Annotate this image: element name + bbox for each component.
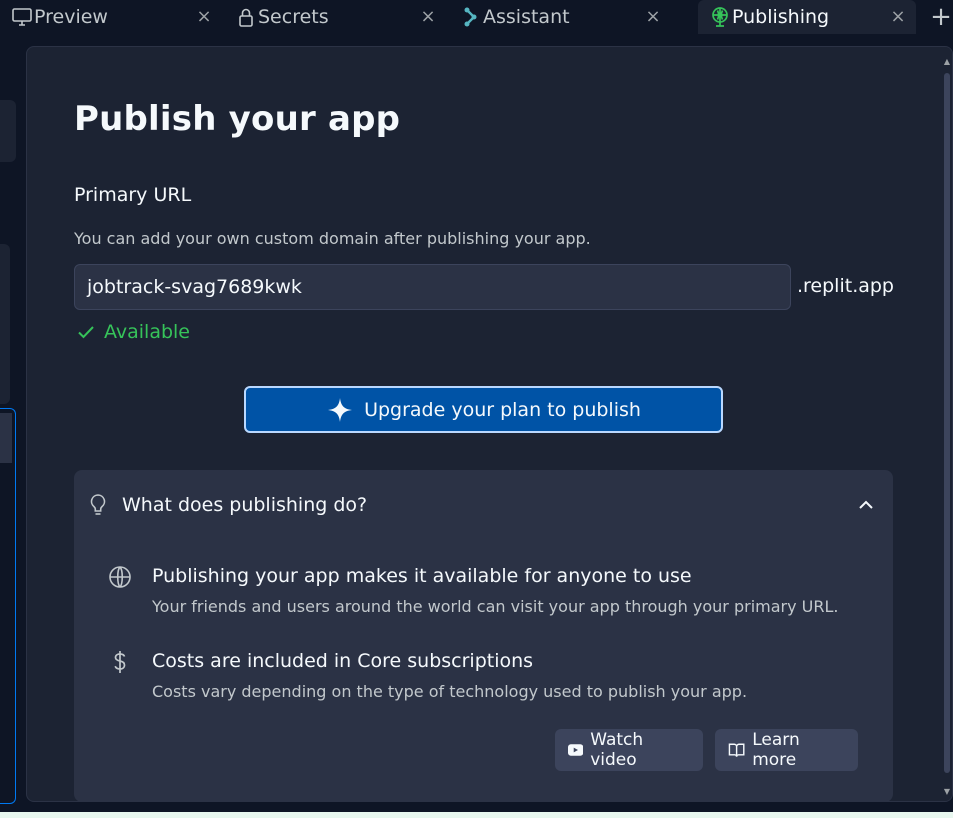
accordion-header[interactable]: What does publishing do? — [74, 470, 893, 540]
page-title: Publish your app — [74, 99, 401, 139]
info-item-description: Your friends and users around the world … — [152, 597, 839, 616]
lock-icon — [234, 5, 258, 29]
learn-more-label: Learn more — [752, 730, 800, 770]
primary-url-label: Primary URL — [74, 184, 192, 206]
book-icon — [728, 743, 745, 757]
left-panel-edge — [0, 34, 22, 818]
tab-publishing[interactable]: Publishing × — [698, 0, 916, 34]
tab-assistant-label: Assistant — [483, 6, 570, 28]
tab-secrets[interactable]: Secrets × — [224, 0, 446, 34]
tab-preview-label: Preview — [34, 6, 108, 28]
publishing-panel: ▲ ▼ Publish your app Primary URL You can… — [26, 46, 953, 802]
dollar-icon — [108, 650, 132, 674]
globe-icon — [108, 565, 132, 589]
url-suffix: .replit.app — [797, 275, 894, 297]
primary-url-input[interactable]: jobtrack-svag7689kwk — [74, 264, 791, 310]
monitor-icon — [10, 5, 34, 29]
primary-url-help: You can add your own custom domain after… — [74, 229, 591, 248]
check-icon — [78, 326, 94, 339]
learn-more-button[interactable]: Learn more — [715, 729, 858, 771]
left-panel-item[interactable] — [0, 100, 16, 162]
sparkle-icon — [328, 397, 353, 422]
assistant-icon — [459, 5, 483, 29]
chevron-up-icon[interactable] — [857, 496, 875, 514]
close-icon[interactable]: × — [888, 5, 908, 27]
scroll-up-icon[interactable]: ▲ — [943, 57, 951, 67]
new-tab-button[interactable]: + — [926, 2, 953, 32]
tab-assistant[interactable]: Assistant × — [449, 0, 671, 34]
tab-bar: Preview × Secrets × Assistant × Publishi… — [0, 0, 953, 34]
bottom-edge — [0, 812, 953, 818]
tab-preview[interactable]: Preview × — [0, 0, 222, 34]
accordion-title: What does publishing do? — [122, 494, 368, 516]
availability-status: Available — [76, 321, 190, 343]
info-item-title: Costs are included in Core subscriptions — [152, 650, 534, 672]
upgrade-plan-button[interactable]: Upgrade your plan to publish — [244, 386, 723, 433]
upgrade-plan-label: Upgrade your plan to publish — [364, 398, 641, 421]
info-item-title: Publishing your app makes it available f… — [152, 565, 692, 587]
scrollbar[interactable]: ▲ ▼ — [942, 47, 952, 801]
scroll-down-icon[interactable]: ▼ — [943, 787, 951, 797]
close-icon[interactable]: × — [194, 5, 214, 27]
youtube-icon — [568, 744, 584, 756]
tab-secrets-label: Secrets — [258, 6, 329, 28]
info-item-description: Costs vary depending on the type of tech… — [152, 682, 748, 701]
left-panel-item[interactable] — [0, 244, 10, 404]
scrollbar-thumb[interactable] — [944, 73, 950, 773]
watch-video-label: Watch video — [590, 730, 644, 770]
tab-publishing-label: Publishing — [732, 6, 830, 28]
left-panel-selected[interactable] — [0, 408, 16, 804]
watch-video-button[interactable]: Watch video — [555, 729, 703, 771]
publishing-info-accordion: What does publishing do? Publishing your… — [74, 470, 893, 801]
close-icon[interactable]: × — [643, 5, 663, 27]
publishing-icon — [708, 5, 732, 29]
availability-text: Available — [104, 321, 191, 343]
close-icon[interactable]: × — [418, 5, 438, 27]
lightbulb-icon — [90, 494, 106, 515]
